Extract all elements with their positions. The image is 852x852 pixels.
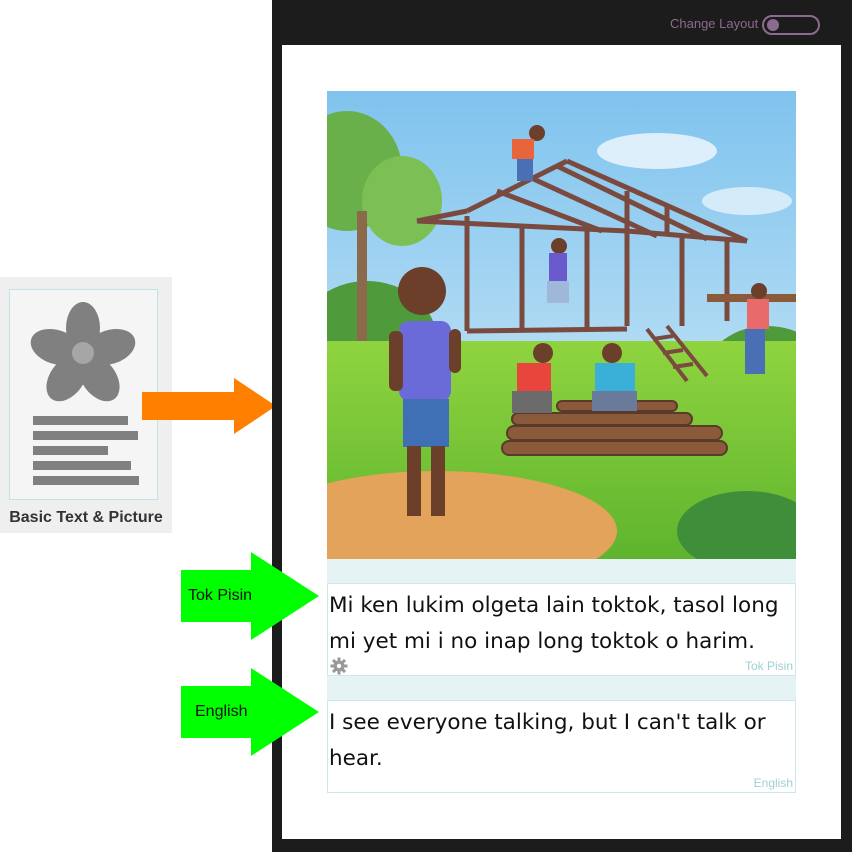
separator-strip: [327, 676, 796, 701]
block-text[interactable]: Mi ken lukim olgeta lain toktok, tasol l…: [329, 588, 791, 660]
separator-strip: [327, 559, 796, 584]
callout-label-english: English: [195, 703, 248, 720]
illustration-house-building-scene: [327, 91, 796, 559]
language-tag: Tok Pisin: [744, 659, 793, 673]
template-label: Basic Text & Picture: [9, 509, 163, 526]
language-tag: English: [753, 776, 793, 790]
page-picture[interactable]: [327, 91, 796, 559]
text-block-english[interactable]: I see everyone talking, but I can't talk…: [327, 700, 796, 793]
change-layout-label: Change Layout: [670, 16, 759, 31]
orange-arrow: [142, 378, 276, 434]
change-layout-toggle[interactable]: [762, 15, 820, 35]
text-lines-icon: [33, 416, 139, 485]
template-card[interactable]: [9, 289, 158, 500]
block-text[interactable]: I see everyone talking, but I can't talk…: [329, 705, 769, 777]
text-block-tok-pisin[interactable]: Mi ken lukim olgeta lain toktok, tasol l…: [327, 583, 796, 676]
callout-label-tok-pisin: Tok Pisin: [188, 587, 253, 604]
flower-picture-icon: [30, 302, 139, 485]
gear-icon[interactable]: [330, 657, 348, 675]
toggle-knob[interactable]: [767, 19, 779, 31]
